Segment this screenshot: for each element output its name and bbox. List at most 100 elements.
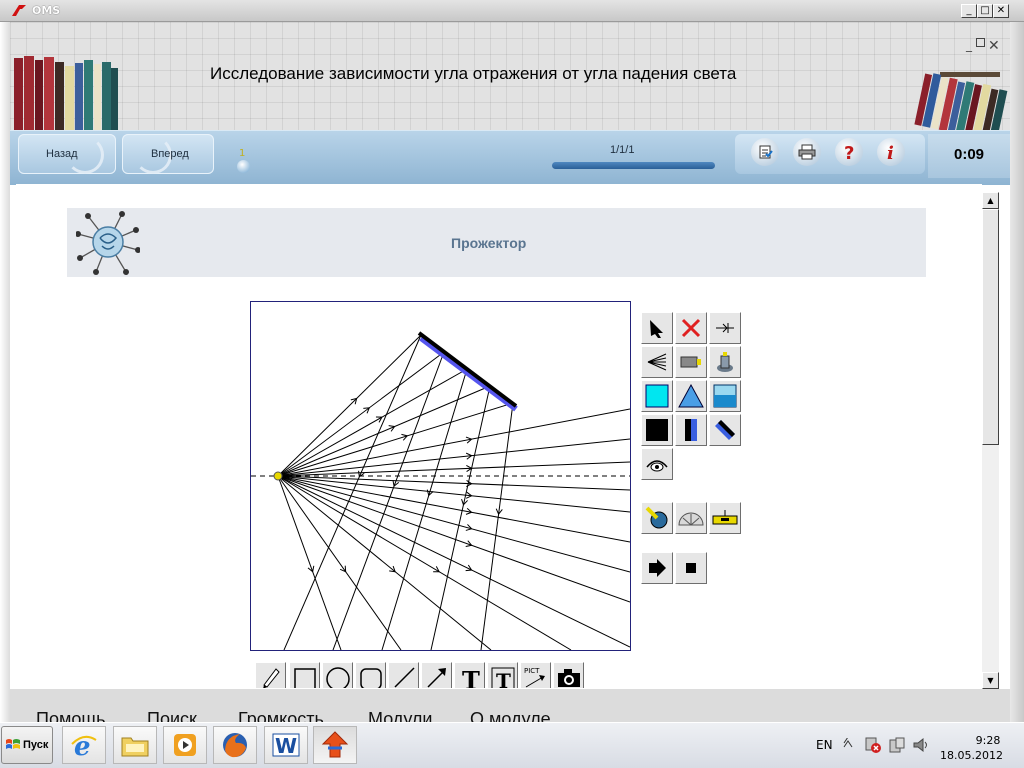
beam-source-tool-button[interactable] [641,346,673,378]
cyan-block-icon [645,384,669,408]
tape-measure-icon [645,506,668,529]
cursor-tool-button[interactable] [641,312,673,344]
page-heading: Исследование зависимости угла отражения … [210,64,737,83]
media-player-taskbar-button[interactable] [163,726,207,764]
vertical-mirror-tool-button[interactable] [675,414,707,446]
window-right-border [1010,22,1024,722]
pencil-tool-button[interactable] [255,662,286,688]
vertical-scrollbar[interactable]: ▲ ▼ [982,192,999,689]
lamp-icon [680,356,701,368]
section-logo-icon [76,211,140,275]
oms-taskbar-button[interactable] [313,726,357,764]
oms-logo-icon [12,5,26,16]
network-warning-icon[interactable] [864,736,882,754]
page-number: 1 [239,148,246,159]
clock-time[interactable]: 9:28 [958,734,1018,747]
menu-item-search[interactable]: Поиск [147,709,197,723]
menu-item-help[interactable]: Помощь [36,709,106,723]
info-icon[interactable]: i [877,138,905,166]
forward-button[interactable]: Вперед [122,134,214,174]
progress-text: 1/1/1 [610,144,635,156]
diagonal-mirror-tool-button[interactable] [709,414,741,446]
page-indicator-dot[interactable] [237,160,250,173]
start-button[interactable]: Пуск [1,726,53,764]
progress-bar-fill [552,162,715,169]
delete-icon [681,318,701,338]
stop-icon [686,563,696,573]
play-button[interactable] [641,552,673,584]
volume-icon[interactable] [912,736,930,754]
light-ray-17 [277,475,630,603]
rounded-rect-icon [359,668,382,688]
ruler-tool-button[interactable] [709,502,741,534]
pict-icon: PICT [524,667,545,688]
inner-minimize-button[interactable]: _ [966,38,972,52]
line-tool-button[interactable] [388,662,419,688]
lamp-stand-tool-button[interactable] [709,346,741,378]
liquid-container-tool-button[interactable] [709,380,741,412]
menu-item-volume[interactable]: Громкость [238,709,324,723]
report-icon[interactable] [751,138,779,166]
text-tool-button[interactable]: T [454,662,485,688]
text-box-tool-button[interactable]: T [487,662,518,688]
lamp-tool-button[interactable] [675,346,707,378]
camera-tool-button[interactable] [553,662,584,688]
folder-taskbar-button[interactable] [113,726,157,764]
inner-close-button[interactable]: ✕ [988,38,1000,54]
back-button[interactable]: Назад [18,134,116,174]
beam-source-icon [647,353,667,371]
pict-tool-button[interactable]: PICT [520,662,551,688]
internet-explorer-taskbar-button[interactable]: e [62,726,106,764]
simulation-canvas[interactable] [250,301,631,651]
eye-tool-button[interactable] [641,448,673,480]
black-block-tool-button[interactable] [641,414,673,446]
forward-button-label: Вперед [151,148,189,160]
word-taskbar-button[interactable]: W [264,726,308,764]
screen: OMS _ □ ✕ _ ✕ Исследование зависимости у… [0,0,1024,768]
scroll-down-button[interactable]: ▼ [982,672,999,689]
device-icon[interactable] [888,736,906,754]
prism-tool-button[interactable] [675,380,707,412]
clock-date[interactable]: 18.05.2012 [940,749,1003,762]
window-title: OMS [32,4,61,17]
light-ray-1 [283,334,422,650]
menu-item-about-module[interactable]: О модуле [470,709,551,723]
timer: 0:09 [954,146,985,163]
ray-tool-button[interactable] [709,312,741,344]
print-icon[interactable] [793,138,821,166]
tape-measure-tool-button[interactable] [641,502,673,534]
inner-maximize-button[interactable] [976,38,985,47]
language-indicator[interactable]: EN [816,738,833,752]
start-label: Пуск [23,739,49,751]
scroll-up-button[interactable]: ▲ [982,192,999,209]
ray-arrow-21 [339,565,347,573]
light-ray-14 [277,475,630,513]
stop-button[interactable] [675,552,707,584]
text-icon: T [462,666,480,688]
maximize-button[interactable]: □ [977,4,993,18]
eye-icon [646,460,668,472]
protractor-icon [678,512,704,526]
rectangle-tool-button[interactable] [289,662,320,688]
text-box-icon: T [491,667,514,688]
progress-bar [552,162,715,169]
menu-item-modules[interactable]: Модули [368,709,432,723]
cyan-block-tool-button[interactable] [641,380,673,412]
close-button[interactable]: ✕ [993,4,1009,18]
oms-icon [321,731,349,758]
delete-tool-button[interactable] [675,312,707,344]
rounded-rect-tool-button[interactable] [355,662,386,688]
protractor-tool-button[interactable] [675,502,707,534]
scroll-thumb[interactable] [982,209,999,445]
firefox-taskbar-button[interactable] [213,726,257,764]
arrow-tool-button[interactable] [421,662,452,688]
help-icon[interactable]: ? [835,138,863,166]
bottom-menu: Помощь Поиск Громкость Модули О модуле [10,689,1010,723]
ellipse-tool-button[interactable] [322,662,353,688]
light-source [273,471,283,481]
minimize-button[interactable]: _ [961,4,977,18]
vertical-mirror-icon [685,419,697,441]
chevron-up-icon[interactable] [842,738,854,750]
svg-text:PICT: PICT [524,667,540,675]
lamp-stand-icon [717,352,733,372]
